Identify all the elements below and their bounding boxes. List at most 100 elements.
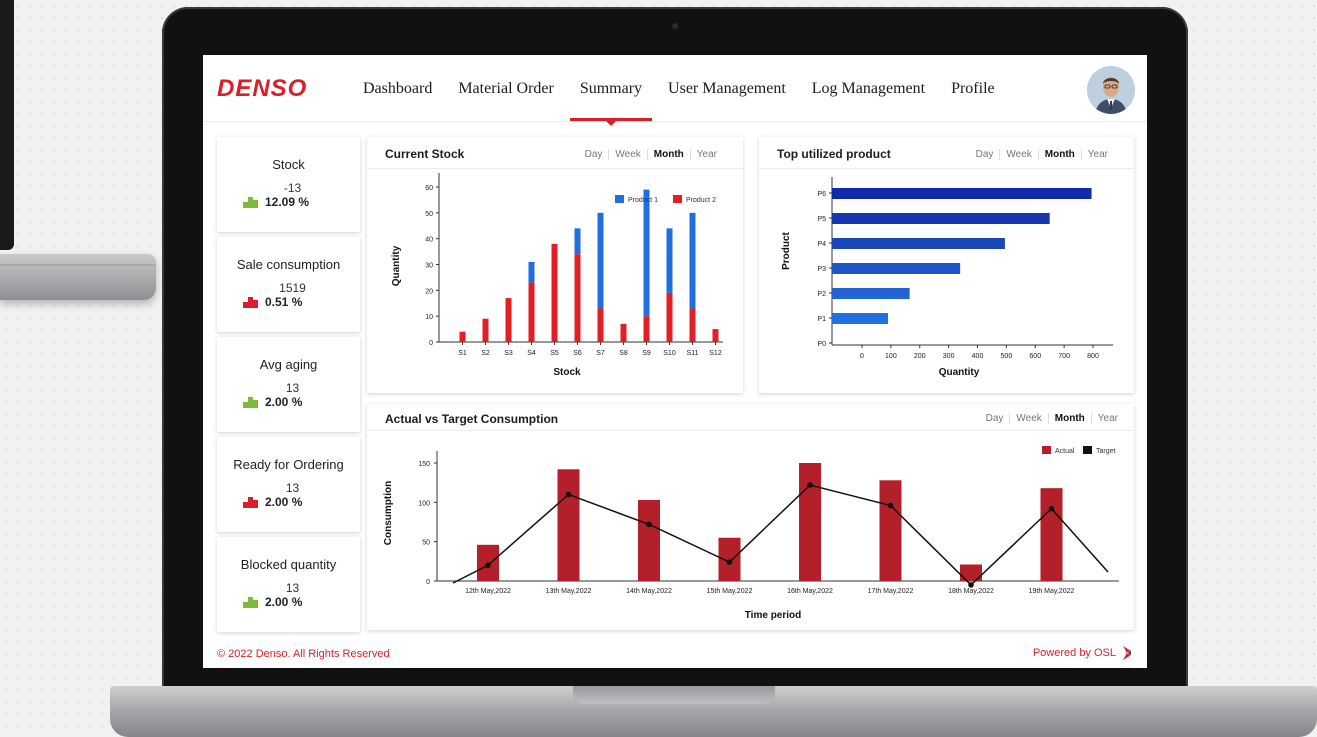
bar-product-1: [689, 212, 696, 309]
nav-summary[interactable]: Summary: [569, 80, 653, 126]
x-tick-label: S4: [527, 350, 536, 357]
x-tick-label: 100: [885, 353, 897, 360]
bar-product-1: [528, 261, 535, 283]
x-tick-label: S3: [504, 350, 513, 357]
y-tick-label: 30: [425, 263, 433, 270]
y-tick-label: P4: [817, 241, 826, 248]
target-line: [452, 484, 1109, 586]
y-axis-label: Consumption: [383, 481, 394, 545]
y-tick-label: 10: [425, 314, 433, 321]
avatar[interactable]: [1087, 66, 1135, 114]
nav-material-order[interactable]: Material Order: [458, 80, 554, 98]
x-tick-label: S7: [596, 350, 605, 357]
tab-year[interactable]: Year: [1080, 149, 1114, 160]
y-tick-label: 50: [425, 211, 433, 218]
top-utilized-card: Top utilized product Day Week Month Year…: [759, 137, 1134, 393]
legend-swatch-product-2: [673, 195, 682, 203]
trend-down-icon: [243, 296, 258, 308]
stat-value: -13: [283, 181, 302, 195]
stat-card-avg-aging[interactable]: Avg aging 13 2.00 %: [217, 337, 360, 432]
x-tick-label: 500: [1001, 353, 1013, 360]
y-tick-label: 40: [425, 237, 433, 244]
tab-month[interactable]: Month: [1047, 413, 1091, 424]
chart-title: Actual vs Target Consumption: [385, 412, 559, 426]
stat-card-sale-consumption[interactable]: Sale consumption 1519 0.51 %: [217, 237, 360, 332]
x-tick-label: 13th May,2022: [546, 588, 592, 595]
legend-swatch-actual: [1042, 446, 1051, 454]
stat-card-stock[interactable]: Stock -13 12.09 %: [217, 137, 360, 232]
legend-label-product-2: Product 2: [686, 197, 716, 204]
avatar-person-icon: [1087, 66, 1135, 114]
bar-product-2: [505, 298, 512, 342]
tab-year[interactable]: Year: [689, 149, 723, 160]
bar-product: [832, 238, 1005, 249]
brand-logo[interactable]: DENSO: [217, 75, 307, 103]
x-tick-label: 400: [972, 353, 984, 360]
tab-week[interactable]: Week: [608, 149, 646, 160]
stat-card-blocked-quantity[interactable]: Blocked quantity 13 2.00 %: [217, 537, 360, 632]
x-tick-label: 16th May,2022: [787, 588, 833, 595]
tab-week[interactable]: Week: [999, 149, 1037, 160]
bar-product-1: [574, 228, 581, 255]
x-tick-label: S12: [709, 350, 722, 357]
y-tick-label: 0: [426, 579, 430, 586]
x-tick-label: 800: [1087, 353, 1099, 360]
target-point: [807, 482, 813, 488]
bar-product-2: [482, 318, 489, 342]
x-tick-label: S11: [687, 350, 699, 357]
x-tick-label: S2: [481, 350, 490, 357]
trend-up-icon: [243, 596, 258, 608]
y-tick-label: 150: [418, 461, 430, 468]
nav-dashboard[interactable]: Dashboard: [363, 80, 432, 98]
trend-up-icon: [243, 396, 258, 408]
main-nav: Dashboard Material Order Summary User Ma…: [363, 80, 1021, 126]
stat-title: Sale consumption: [236, 257, 341, 272]
x-axis-label: Quantity: [939, 367, 980, 378]
tab-day[interactable]: Day: [970, 149, 1000, 160]
x-tick-label: S8: [619, 350, 628, 357]
bar-product: [832, 188, 1092, 199]
app-screen: DENSO Dashboard Material Order Summary U…: [203, 55, 1147, 668]
y-axis-label: Quantity: [391, 245, 402, 286]
stat-delta: 0.51 %: [243, 295, 302, 309]
tab-year[interactable]: Year: [1090, 413, 1124, 424]
legend-swatch-target: [1083, 446, 1092, 454]
target-point: [1048, 505, 1055, 512]
tab-week[interactable]: Week: [1009, 413, 1047, 424]
bar-product-2: [643, 316, 650, 342]
nav-user-management[interactable]: User Management: [668, 80, 786, 98]
chart-header: Current Stock Day Week Month Year: [367, 137, 743, 169]
target-point: [968, 582, 974, 588]
x-tick-label: 200: [914, 353, 926, 360]
tab-day[interactable]: Day: [579, 149, 609, 160]
y-tick-label: 0: [429, 340, 433, 347]
bar-product: [832, 213, 1050, 224]
bar-product-1: [597, 212, 604, 309]
powered-by[interactable]: Powered by OSL: [1033, 646, 1133, 660]
chart-header: Top utilized product Day Week Month Year: [759, 137, 1134, 169]
bar-actual: [638, 499, 660, 581]
nav-log-management[interactable]: Log Management: [812, 80, 925, 98]
tab-month[interactable]: Month: [1037, 149, 1081, 160]
chart-title: Top utilized product: [777, 147, 891, 161]
bar-product: [832, 263, 961, 274]
stat-delta-value: 2.00 %: [265, 495, 303, 509]
nav-profile[interactable]: Profile: [951, 80, 995, 98]
stat-title: Avg aging: [259, 357, 318, 372]
tab-day[interactable]: Day: [980, 413, 1010, 424]
y-tick-label: P3: [817, 266, 826, 273]
x-tick-label: S10: [663, 350, 676, 357]
stat-value: 13: [285, 481, 300, 495]
bar-product-2: [712, 329, 719, 342]
background-laptop-base: [0, 254, 156, 300]
stat-title: Blocked quantity: [240, 557, 337, 572]
tab-month[interactable]: Month: [646, 149, 690, 160]
bar-product-2: [574, 254, 581, 342]
stat-card-ready-for-ordering[interactable]: Ready for Ordering 13 2.00 %: [217, 437, 360, 532]
copyright-text: © 2022 Denso. All Rights Reserved: [217, 648, 390, 660]
y-tick-label: P6: [817, 191, 826, 198]
bar-product: [832, 313, 888, 324]
legend-swatch-product-1: [615, 195, 624, 203]
period-tabs: Day Week Month Year: [970, 149, 1114, 160]
actual-vs-target-card: Actual vs Target Consumption Day Week Mo…: [367, 404, 1134, 630]
